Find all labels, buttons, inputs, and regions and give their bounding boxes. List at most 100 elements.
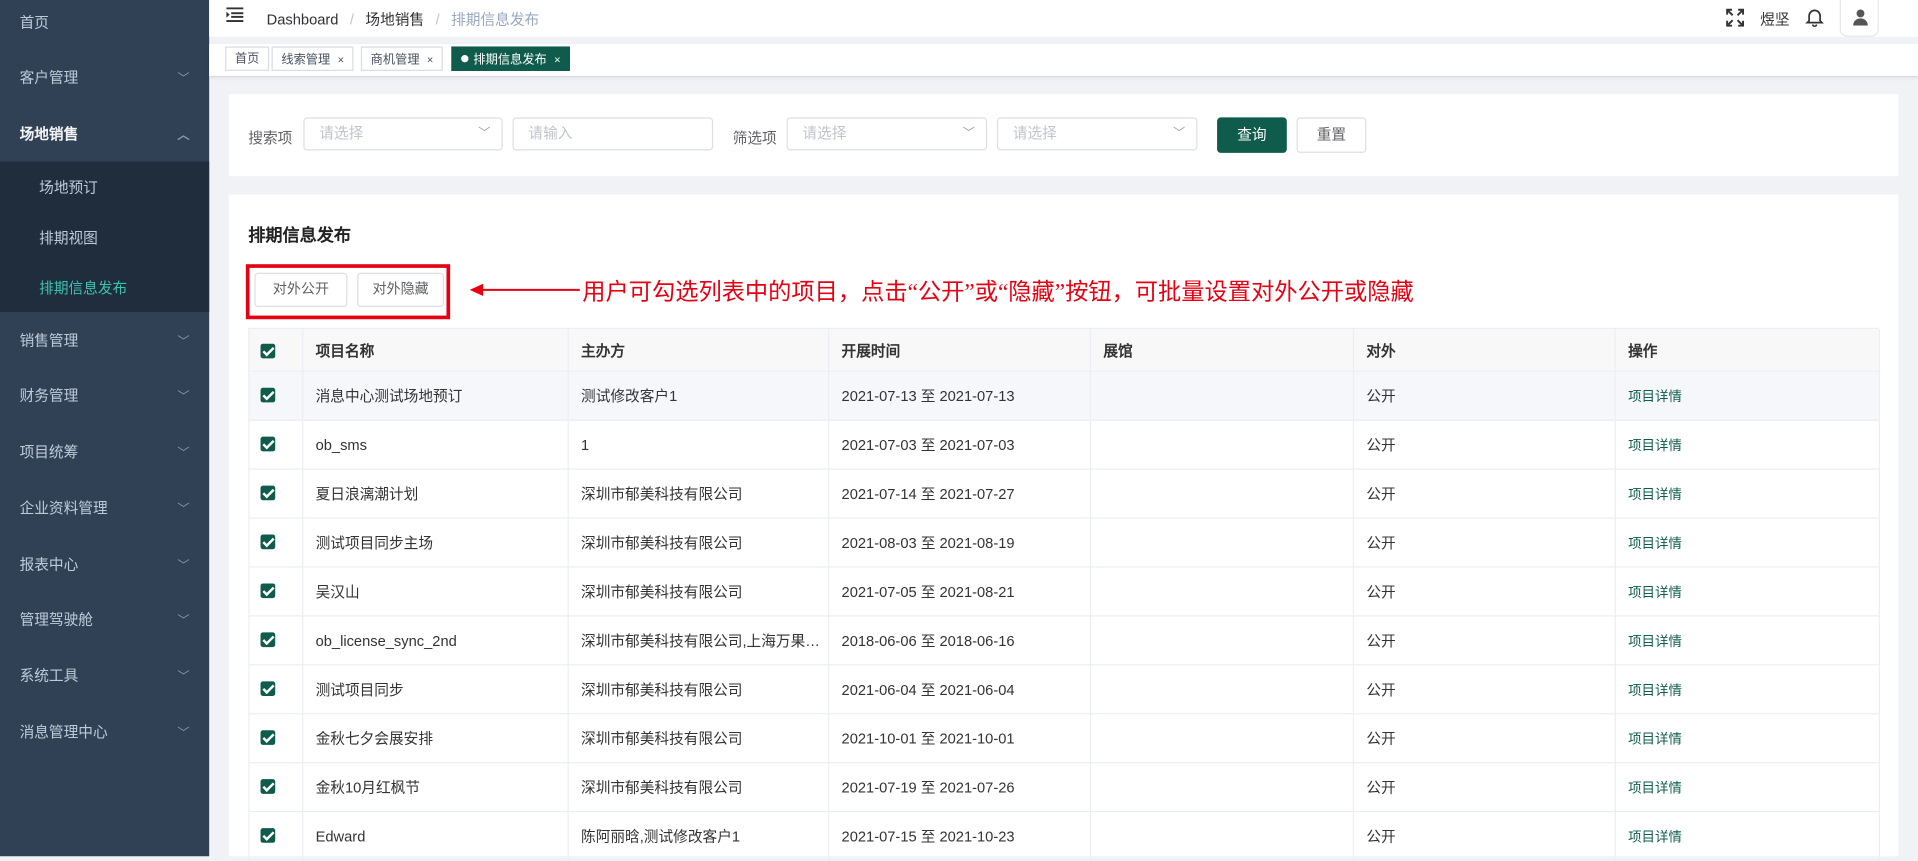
project-detail-link[interactable]: 项目详情 xyxy=(1628,831,1682,846)
row-checkbox[interactable] xyxy=(260,583,276,599)
chevron-down-icon: ﹀ xyxy=(962,127,975,141)
reset-button[interactable]: 重置 xyxy=(1296,117,1367,153)
query-button[interactable]: 查询 xyxy=(1217,117,1287,153)
sidebar-item-project-coordination[interactable]: 项目统筹 ﹀ xyxy=(0,423,209,479)
cell-time: 2021-07-05 至 2021-08-21 xyxy=(829,567,1092,617)
cell-time: 2018-06-06 至 2018-06-16 xyxy=(829,616,1092,666)
sidebar-item-system-tools[interactable]: 系统工具 ﹀ xyxy=(0,647,209,703)
row-checkbox[interactable] xyxy=(260,632,276,648)
cell-external: 公开 xyxy=(1354,567,1616,617)
project-detail-link[interactable]: 项目详情 xyxy=(1628,684,1682,699)
sidebar-item-finance[interactable]: 财务管理 ﹀ xyxy=(0,367,209,423)
public-button[interactable]: 对外公开 xyxy=(254,272,348,308)
chevron-down-icon: ﹀ xyxy=(177,614,190,629)
table-row[interactable]: 夏日浪漓潮计划 深圳市郁美科技有限公司 2021-07-14 至 2021-07-2… xyxy=(248,469,1881,519)
cell-hall xyxy=(1091,518,1355,568)
row-checkbox[interactable] xyxy=(260,485,276,501)
tag-schedule-publish[interactable]: 排期信息发布 × xyxy=(451,46,571,71)
cell-time: 2021-08-03 至 2021-08-19 xyxy=(829,518,1092,568)
sidebar-item-home[interactable]: 首页 xyxy=(0,0,209,50)
cell-organizer: 深圳市郁美科技有限公司 xyxy=(569,763,830,813)
row-checkbox[interactable] xyxy=(260,779,276,794)
filter-select-placeholder: 请选择 xyxy=(1012,124,1057,142)
table-row[interactable]: 金秋10月红枫节 深圳市郁美科技有限公司 2021-07-19 至 2021-07-… xyxy=(248,763,1881,813)
project-detail-link[interactable]: 项目详情 xyxy=(1628,390,1682,405)
cell-organizer: 深圳市郁美科技有限公司 xyxy=(569,518,830,568)
bell-icon[interactable] xyxy=(1805,7,1825,30)
row-checkbox[interactable] xyxy=(260,681,276,697)
header-checkbox-cell xyxy=(250,329,304,374)
fullscreen-icon[interactable] xyxy=(1726,8,1745,31)
row-checkbox[interactable] xyxy=(260,534,276,550)
row-checkbox[interactable] xyxy=(260,828,276,843)
sidebar-subitem-schedule-publish[interactable]: 排期信息发布 xyxy=(0,261,210,312)
username[interactable]: 煜坚 xyxy=(1760,9,1789,30)
page-title: 排期信息发布 xyxy=(248,225,352,245)
cell-organizer: 深圳市郁美科技有限公司 xyxy=(569,714,830,764)
annotation-text: 用户可勾选列表中的项目，点击“公开”或“隐藏”按钮，可批量设置对外公开或隐藏 xyxy=(582,280,1414,306)
hamburger-icon[interactable] xyxy=(226,7,244,23)
tag-home[interactable]: 首页 xyxy=(225,46,270,71)
search-field-select[interactable]: 请选择 ﹀ xyxy=(303,117,503,151)
cell-external: 公开 xyxy=(1354,518,1616,568)
filter-select-1[interactable]: 请选择 ﹀ xyxy=(786,117,988,151)
row-checkbox[interactable] xyxy=(260,387,276,403)
table-row[interactable]: 测试项目同步主场 深圳市郁美科技有限公司 2021-08-03 至 2021-08-… xyxy=(248,518,1881,568)
project-detail-link[interactable]: 项目详情 xyxy=(1628,733,1682,748)
row-checkbox[interactable] xyxy=(260,730,276,745)
table-row[interactable]: 测试项目同步 深圳市郁美科技有限公司 2021-06-04 至 2021-06-04… xyxy=(248,665,1881,715)
filter-select-2[interactable]: 请选择 ﹀ xyxy=(996,117,1198,151)
tag-opportunities[interactable]: 商机管理 × xyxy=(360,46,444,71)
search-panel: 搜索项 请选择 ﹀ 请输入 筛选项 请选择 ﹀ 请选择 ﹀ 查询 重置 xyxy=(228,94,1899,177)
sidebar-item-label: 项目统筹 xyxy=(19,443,79,461)
row-checkbox-cell xyxy=(250,714,304,764)
cell-hall xyxy=(1091,469,1355,519)
sidebar-item-management-cockpit[interactable]: 管理驾驶舱 ﹀ xyxy=(0,591,209,647)
row-checkbox-cell xyxy=(250,420,304,470)
close-icon[interactable]: × xyxy=(338,54,344,66)
sidebar-item-label: 排期视图 xyxy=(39,228,98,246)
row-checkbox-cell xyxy=(250,371,304,421)
breadcrumb-separator: / xyxy=(435,11,440,29)
sidebar-item-enterprise-data[interactable]: 企业资料管理 ﹀ xyxy=(0,479,209,535)
sidebar-item-venue-sales[interactable]: 场地销售 ︿ xyxy=(0,105,209,161)
table-row[interactable]: 金秋七夕会展安排 深圳市郁美科技有限公司 2021-10-01 至 2021-10-… xyxy=(248,714,1881,764)
breadcrumb-item-venue-sales[interactable]: 场地销售 xyxy=(365,11,424,28)
project-detail-link[interactable]: 项目详情 xyxy=(1628,782,1682,797)
sidebar-item-label: 销售管理 xyxy=(19,332,79,350)
table-row[interactable]: Edward 陈阿丽晗,测试修改客户1 2021-07-15 至 2021-10-2… xyxy=(248,812,1881,861)
project-detail-link[interactable]: 项目详情 xyxy=(1628,488,1682,503)
sidebar-subitem-venue-booking[interactable]: 场地预订 xyxy=(0,161,210,212)
breadcrumb-item-dashboard[interactable]: Dashboard xyxy=(267,11,339,28)
table-row[interactable]: ob_sms 1 2021-07-03 至 2021-07-03 公开 项目详情 xyxy=(248,420,1881,470)
sidebar-item-report-center[interactable]: 报表中心 ﹀ xyxy=(0,536,209,592)
project-detail-link[interactable]: 项目详情 xyxy=(1628,439,1682,454)
cell-time: 2021-07-14 至 2021-07-27 xyxy=(829,469,1092,519)
project-detail-link[interactable]: 项目详情 xyxy=(1628,537,1682,552)
search-input[interactable]: 请输入 xyxy=(512,117,714,151)
close-icon[interactable]: × xyxy=(554,54,560,66)
row-checkbox-cell xyxy=(250,616,304,666)
row-checkbox[interactable] xyxy=(260,436,276,452)
cell-action: 项目详情 xyxy=(1616,812,1881,861)
tag-leads[interactable]: 线索管理 × xyxy=(271,46,354,71)
row-checkbox-cell xyxy=(250,812,304,861)
chevron-down-icon: ﹀ xyxy=(177,503,190,517)
project-detail-link[interactable]: 项目详情 xyxy=(1628,586,1682,601)
column-header-name: 项目名称 xyxy=(303,329,569,374)
table-row[interactable]: ob_license_sync_2nd 深圳市郁美科技有限公司,上海万果… 2018… xyxy=(248,616,1881,666)
hide-button[interactable]: 对外隐藏 xyxy=(357,272,445,308)
avatar[interactable] xyxy=(1839,0,1879,37)
sidebar-subitem-schedule-view[interactable]: 排期视图 xyxy=(0,211,210,262)
table-row[interactable]: 消息中心测试场地预订 测试修改客户1 2021-07-13 至 2021-07-13… xyxy=(248,371,1881,421)
chevron-down-icon: ﹀ xyxy=(177,727,190,741)
sidebar-item-customer[interactable]: 客户管理 ﹀ xyxy=(0,49,209,105)
sidebar-item-sales-management[interactable]: 销售管理 ﹀ xyxy=(0,312,209,368)
chevron-down-icon: ﹀ xyxy=(177,670,190,685)
sidebar-item-label: 系统工具 xyxy=(19,667,79,685)
select-all-checkbox[interactable] xyxy=(260,343,276,359)
close-icon[interactable]: × xyxy=(427,54,433,66)
project-detail-link[interactable]: 项目详情 xyxy=(1628,635,1682,650)
table-row[interactable]: 吴汉山 深圳市郁美科技有限公司 2021-07-05 至 2021-08-21 公开项… xyxy=(248,567,1881,617)
sidebar-item-message-center[interactable]: 消息管理中心 ﹀ xyxy=(0,703,209,759)
